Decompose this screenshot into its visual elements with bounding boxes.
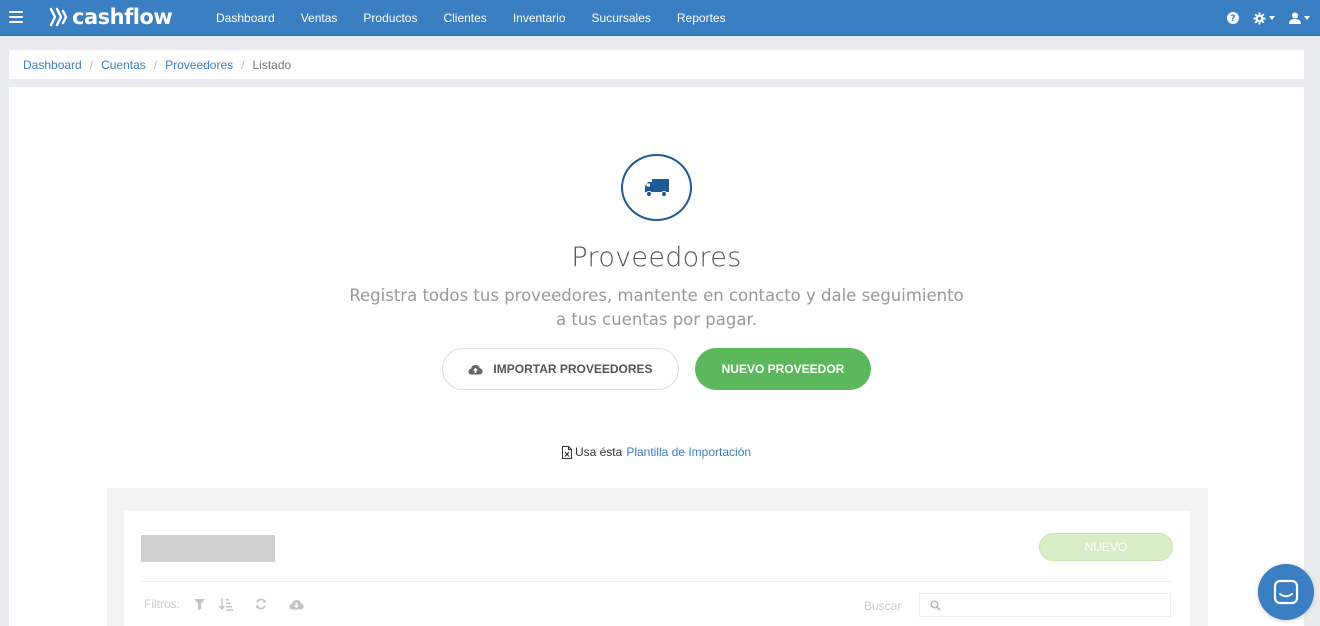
help-icon: ?: [1227, 12, 1239, 24]
help-button[interactable]: ?: [1227, 12, 1239, 24]
nav-item-inventario[interactable]: Inventario: [500, 0, 579, 36]
breadcrumb-cuentas[interactable]: Cuentas: [101, 58, 146, 72]
import-providers-label: IMPORTAR PROVEEDORES: [493, 362, 653, 376]
brand-name: cashflow: [72, 5, 173, 29]
breadcrumb-separator: /: [241, 57, 245, 72]
import-template-link[interactable]: Plantilla de Importación: [626, 445, 751, 459]
breadcrumb: Dashboard / Cuentas / Proveedores / List…: [9, 50, 1304, 79]
search-icon: [930, 599, 941, 611]
nav-item-ventas[interactable]: Ventas: [288, 0, 351, 36]
cloud-download-icon: [289, 599, 304, 610]
preview-search-label: Buscar: [864, 599, 902, 613]
nav-item-reportes[interactable]: Reportes: [664, 0, 739, 36]
preview-divider: [141, 581, 1173, 582]
user-icon: [1289, 12, 1301, 24]
page-subtitle: Registra todos tus proveedores, mantente…: [349, 286, 964, 329]
gear-icon: [1253, 11, 1266, 25]
nav-item-sucursales[interactable]: Sucursales: [579, 0, 664, 36]
refresh-icon: [255, 598, 267, 610]
new-provider-button[interactable]: NUEVO PROVEEDOR: [695, 348, 871, 390]
chevron-down-icon: [1269, 16, 1275, 20]
template-note-prefix: Usa ésta: [574, 445, 623, 459]
nav-item-dashboard[interactable]: Dashboard: [203, 0, 288, 36]
user-dropdown[interactable]: [1289, 12, 1310, 24]
breadcrumb-dashboard[interactable]: Dashboard: [23, 58, 82, 72]
breadcrumb-current: Listado: [252, 57, 292, 72]
preview-filters-bar: Filtros:: [144, 597, 304, 611]
preview-search-input: [919, 593, 1171, 617]
breadcrumb-separator: /: [153, 57, 158, 72]
settings-dropdown[interactable]: [1253, 11, 1275, 25]
cashflow-logo-icon: [49, 7, 68, 27]
table-preview-background: NUEVO Filtros: Buscar: [107, 488, 1208, 626]
preview-new-button: NUEVO: [1039, 533, 1173, 561]
main-panel: Proveedores Registra todos tus proveedor…: [9, 87, 1304, 626]
brand-logo[interactable]: cashflow: [49, 5, 173, 29]
hamburger-menu-icon[interactable]: [9, 11, 23, 23]
preview-title-placeholder: [141, 535, 275, 562]
import-providers-button[interactable]: IMPORTAR PROVEEDORES: [442, 348, 679, 390]
truck-icon: [644, 178, 669, 197]
table-preview-card: NUEVO Filtros: Buscar: [124, 511, 1190, 626]
cloud-upload-icon: [468, 364, 483, 374]
chat-launcher-button[interactable]: [1258, 564, 1314, 620]
import-template-note: Usa ésta Plantilla de Importación: [9, 445, 1304, 459]
page-title: Proveedores: [571, 242, 742, 273]
file-excel-icon: [561, 445, 572, 459]
hero-icon-circle: [621, 154, 692, 221]
nav-item-productos[interactable]: Productos: [350, 0, 430, 36]
new-provider-label: NUEVO PROVEEDOR: [721, 362, 845, 376]
breadcrumb-separator: /: [89, 57, 94, 72]
chat-icon: [1273, 579, 1299, 605]
nav-item-clientes[interactable]: Clientes: [430, 0, 499, 36]
main-nav: Dashboard Ventas Productos Clientes Inve…: [203, 0, 739, 36]
chevron-down-icon: [1304, 16, 1310, 20]
sort-icon: [219, 597, 233, 611]
svg-text:?: ?: [1230, 14, 1235, 24]
filter-icon: [194, 598, 205, 610]
nav-right-tools: ?: [1213, 0, 1310, 36]
breadcrumb-proveedores[interactable]: Proveedores: [165, 58, 233, 72]
preview-filters-label: Filtros:: [144, 597, 180, 611]
top-navbar: cashflow Dashboard Ventas Productos Clie…: [0, 0, 1320, 36]
